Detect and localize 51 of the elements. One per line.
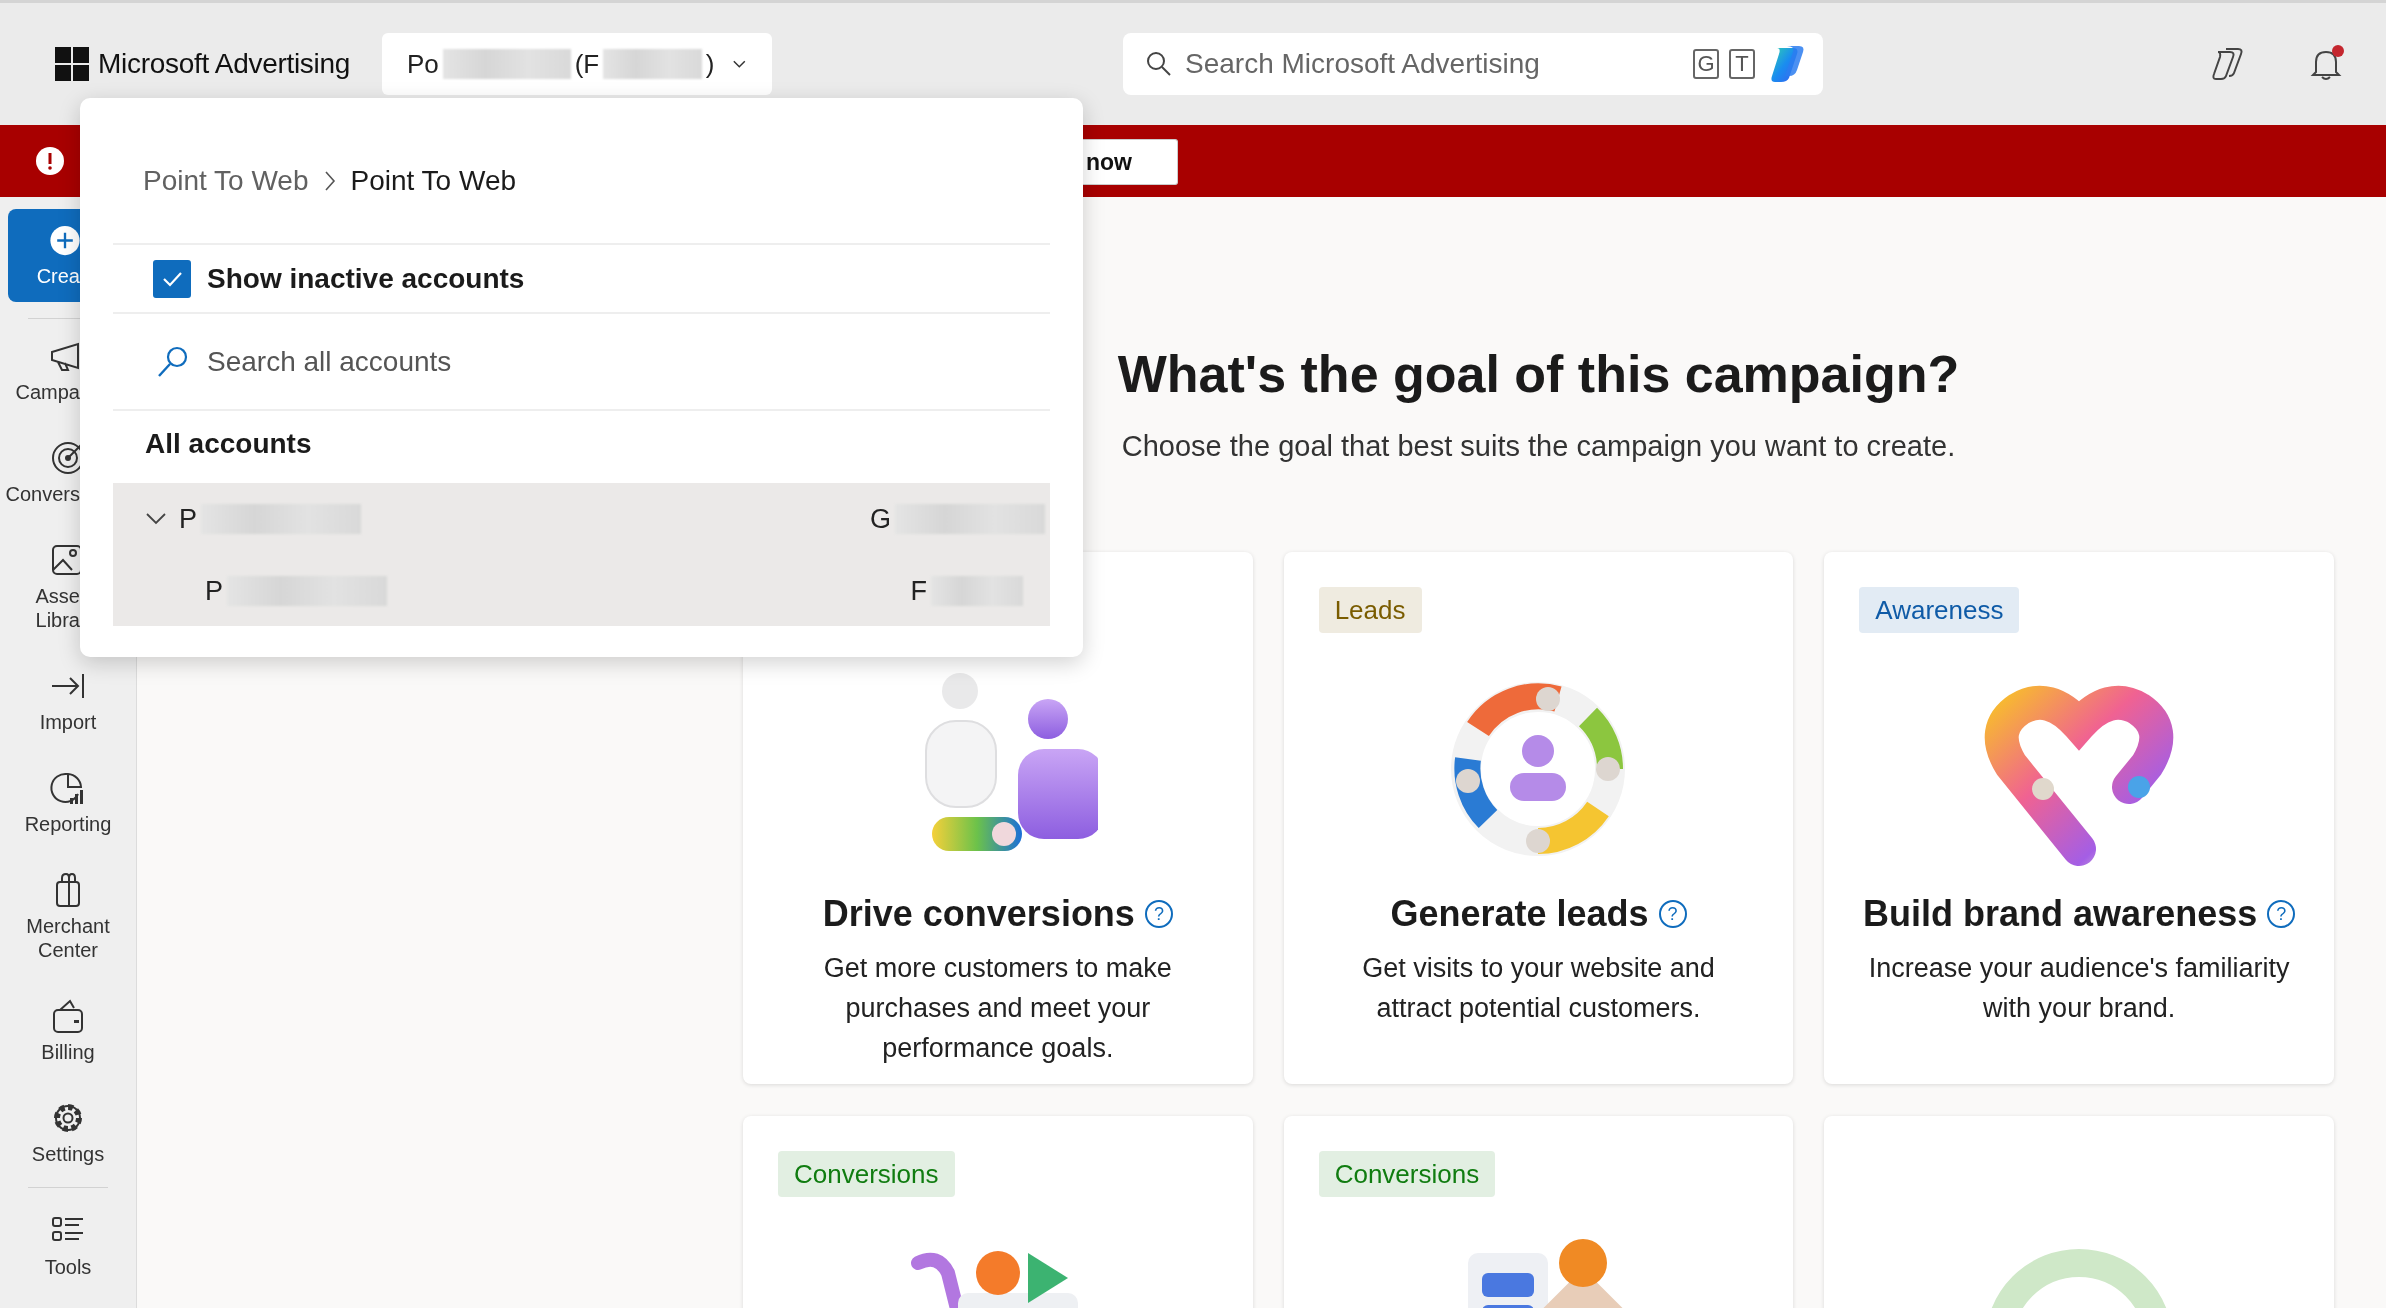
search-field[interactable]: Search Microsoft Advertising (1183, 47, 1684, 81)
account-text: F (910, 575, 927, 607)
card-description: Get more customers to make purchases and meet your performance goals. (823, 952, 1172, 1065)
sidebar-item[interactable]: Campa (0, 319, 136, 421)
goal-card[interactable]: Leads Generate leads ? Get visits to your website and attract potential customers. (1283, 552, 1794, 1084)
page-title: What's the goal of this campaign? (1116, 344, 1961, 404)
card-title: Generate leads (1390, 892, 1649, 936)
goal-card[interactable]: Conversions (743, 1116, 1253, 1308)
category-tag: Leads (1318, 587, 1422, 633)
card-description: Increase your audience's familiarity with your brand. (1868, 952, 2290, 1025)
goal-card[interactable]: Conversions (1283, 1116, 1794, 1308)
checkbox[interactable] (153, 259, 191, 298)
brand-name: Microsoft Advertising (98, 48, 351, 80)
account-text: P (179, 503, 197, 535)
sidebar-item[interactable]: Billing (0, 979, 136, 1081)
category-tag: Awareness (1859, 587, 2020, 633)
create-button[interactable]: Crea (8, 209, 80, 302)
section-heading: All accounts (144, 427, 313, 461)
account-text: (F (574, 48, 600, 80)
account-text: Po (407, 48, 439, 80)
chevron-icon[interactable] (145, 512, 167, 526)
account-text: ) (705, 48, 715, 80)
page-subtitle: Choose the goal that best suits the campaign you want to create. (1120, 429, 1957, 464)
account-selector[interactable]: Po (F ) (382, 33, 773, 95)
card-title: Build brand awareness (1863, 892, 2258, 936)
category-tag: Conversions (778, 1151, 955, 1197)
chevron-right-icon (322, 169, 337, 192)
card-title: Drive conversions (822, 892, 1135, 936)
help-icon[interactable]: ? (2267, 900, 2296, 928)
search-bar[interactable]: Search Microsoft Advertising G T (1123, 33, 1824, 95)
checkbox-label: Show inactive accounts (207, 262, 525, 295)
category-tag: Conversions (1318, 1151, 1496, 1197)
sidebar-item[interactable]: Settings (0, 1081, 136, 1183)
help-icon[interactable]: ? (1658, 900, 1687, 928)
breadcrumb-link[interactable]: Point To Web (143, 164, 309, 197)
shortcut-key: G (1693, 49, 1720, 79)
help-icon[interactable]: ? (1144, 900, 1173, 928)
warning-icon (35, 146, 65, 176)
card-description: Get visits to your website and attract potential customers. (1362, 952, 1715, 1025)
search-field[interactable]: Search all accounts (205, 344, 1050, 379)
goal-card[interactable]: Awareness Build brand awareness ? Increase your audience's familiarity with your brand. (1824, 552, 2334, 1084)
breadcrumb-link[interactable]: Point To Web (350, 164, 517, 197)
shortcut-key: T (1729, 49, 1756, 79)
sidebar-item[interactable]: Tools (0, 1194, 136, 1296)
account-text: P (205, 575, 223, 607)
account-text: G (870, 503, 891, 535)
windows-logo-icon (55, 47, 89, 81)
sidebar-item[interactable]: Reporting (0, 751, 136, 853)
banner-button[interactable]: now (1083, 139, 1178, 185)
sidebar-item[interactable]: Merchant Center (0, 853, 136, 979)
sidebar-item[interactable]: Import (0, 649, 136, 751)
